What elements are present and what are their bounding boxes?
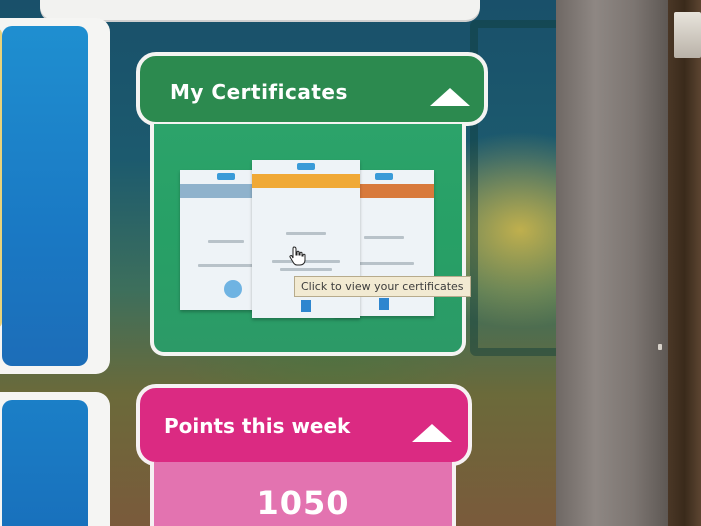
left-widget-card-bottom[interactable] bbox=[0, 392, 110, 526]
certificate-text-line bbox=[364, 236, 404, 239]
certificate-text-line bbox=[208, 240, 244, 243]
device-bezel bbox=[556, 0, 668, 526]
certificates-tooltip: Click to view your certificates bbox=[294, 276, 471, 297]
certificate-text-line bbox=[272, 260, 340, 263]
certificate-text-line bbox=[280, 268, 332, 271]
left-card-panel-bottom bbox=[2, 400, 88, 526]
left-card-panel bbox=[2, 26, 88, 366]
certificates-title: My Certificates bbox=[170, 80, 348, 104]
points-widget: Points this week 1050 bbox=[136, 384, 472, 526]
certificate-text-line bbox=[198, 264, 254, 267]
certificate-ribbon-icon bbox=[301, 300, 311, 312]
certificate-band bbox=[252, 174, 360, 188]
certificate-ribbon-icon bbox=[379, 298, 389, 310]
certificate-logo bbox=[217, 173, 235, 180]
kiosk-screen-photo: My Certificates Click to view your certi… bbox=[0, 0, 701, 526]
certificate-logo bbox=[297, 163, 315, 170]
certificate-text-line bbox=[286, 232, 326, 235]
background-wall bbox=[668, 0, 701, 526]
caret-up-icon[interactable] bbox=[412, 424, 452, 442]
bezel-indicator bbox=[658, 344, 662, 350]
caret-up-icon[interactable] bbox=[430, 88, 470, 106]
certificates-header[interactable]: My Certificates bbox=[136, 52, 488, 126]
certificate-text-line bbox=[354, 262, 414, 265]
points-body: 1050 bbox=[150, 462, 456, 526]
points-value: 1050 bbox=[256, 484, 350, 522]
certificate-seal-icon bbox=[224, 280, 242, 298]
hand-cursor-icon bbox=[289, 246, 306, 266]
certificate-logo bbox=[375, 173, 393, 180]
top-panel-edge bbox=[40, 0, 480, 20]
left-widget-card-top[interactable] bbox=[0, 18, 110, 374]
points-title: Points this week bbox=[164, 414, 351, 438]
points-header[interactable]: Points this week bbox=[136, 384, 472, 466]
light-glare bbox=[674, 12, 701, 58]
